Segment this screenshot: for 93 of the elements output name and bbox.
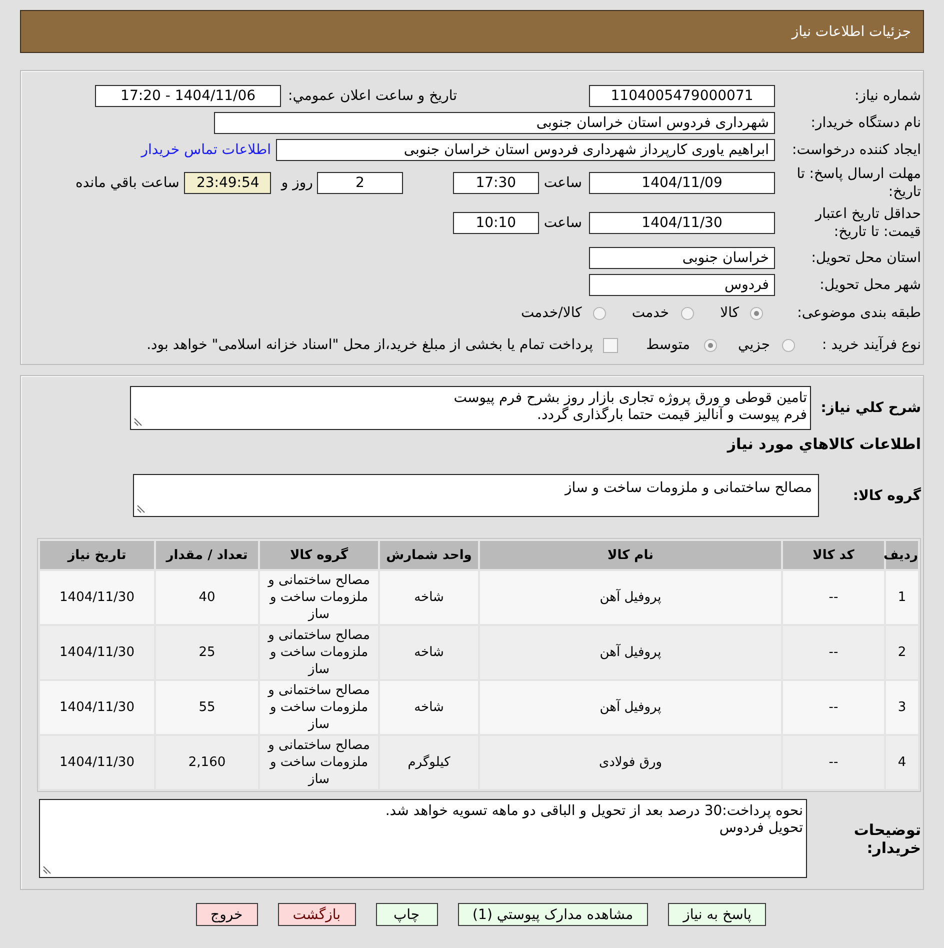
column-header: تاریخ نیاز — [40, 541, 154, 569]
column-header: واحد شمارش — [380, 541, 478, 569]
radio-button[interactable] — [782, 338, 795, 352]
radio-label: جزيي — [738, 337, 770, 353]
radio-button[interactable] — [592, 306, 606, 320]
table-cell: 2,160 — [156, 736, 258, 789]
description-text: تامین قوطی و ورق پروژه تجاری بازار روز بشرح فرم پیوست فرم پیوست و آنالیز قیمت حتما بارگذاری گردد. — [454, 390, 807, 424]
table-cell: مصالح ساختمانی و ملزومات ساخت و ساز — [260, 571, 378, 624]
table-cell: 4 — [886, 736, 918, 789]
action-button[interactable]: بازگشت — [278, 903, 356, 926]
table-cell: -- — [783, 626, 884, 679]
table-cell: -- — [783, 571, 884, 624]
table-cell: 25 — [156, 626, 258, 679]
field-label: توضیحات خریدار: — [852, 820, 921, 856]
resize-grip-icon[interactable] — [43, 866, 51, 874]
column-header: گروه کالا — [260, 541, 378, 569]
radio-label: كالا/خدمت — [520, 305, 582, 321]
province-field[interactable]: خراسان جنوبی — [589, 246, 775, 268]
field-label: شماره نیاز: — [854, 86, 921, 104]
field-label: ساعت — [544, 174, 582, 190]
deadline-time-field[interactable]: 17:30 — [452, 172, 539, 194]
checkbox-label: پرداخت تمام یا بخشی از مبلغ خرید،از محل "اسناد خزانه اسلامی" خواهد بود. — [146, 337, 594, 353]
radio-label: كالا — [720, 305, 739, 321]
announce-date-field[interactable]: 1404/11/06 - 17:20 — [95, 84, 282, 106]
goods-group-text: مصالح ساختمانی و ملزومات ساخت و ساز — [565, 480, 812, 497]
radio-label: متوسط — [646, 337, 690, 353]
radio-button[interactable] — [750, 306, 763, 320]
table-cell: -- — [783, 681, 884, 734]
table-cell: 2 — [886, 626, 918, 679]
field-label: روز و — [281, 174, 313, 190]
deadline-date-field[interactable]: 1404/11/09 — [589, 172, 775, 194]
table-cell: مصالح ساختمانی و ملزومات ساخت و ساز — [260, 626, 378, 679]
table-cell: پروفیل آهن — [480, 681, 781, 734]
days-field[interactable]: 2 — [316, 172, 403, 194]
checkbox[interactable] — [603, 338, 618, 352]
need-number-field[interactable]: 1104005479000071 — [589, 84, 775, 106]
table-cell: مصالح ساختمانی و ملزومات ساخت و ساز — [260, 736, 378, 789]
field-label: حداقل تاریخ اعتبار قیمت: تا تاریخ: — [814, 205, 921, 241]
validity-time-field[interactable]: 10:10 — [452, 212, 539, 234]
description-field[interactable]: تامین قوطی و ورق پروژه تجاری بازار روز بشرح فرم پیوست فرم پیوست و آنالیز قیمت حتما بارگذاری گردد. — [130, 386, 811, 430]
buyer-notes-field[interactable]: نحوه پرداخت:30 درصد بعد از تحویل و الباقی دو ماهه تسویه خواهد شد. تحویل فردوس — [39, 799, 807, 878]
contact-link[interactable]: اطلاعات تماس خریدار — [141, 142, 271, 158]
column-header: نام کالا — [480, 541, 781, 569]
table-cell: مصالح ساختمانی و ملزومات ساخت و ساز — [260, 681, 378, 734]
table-cell: -- — [783, 736, 884, 789]
table-cell: 40 — [156, 571, 258, 624]
table-cell: 1 — [886, 571, 918, 624]
remaining-time-field: 23:49:54 — [184, 172, 272, 194]
field-label: نوع فرآیند خرید : — [822, 336, 921, 354]
table-cell: 1404/11/30 — [40, 681, 154, 734]
action-button[interactable]: چاپ — [376, 903, 438, 926]
action-button[interactable]: خروج — [196, 903, 258, 926]
column-header: تعداد / مقدار — [156, 541, 258, 569]
goods-group-field[interactable]: مصالح ساختمانی و ملزومات ساخت و ساز — [133, 474, 819, 517]
table-cell: 55 — [156, 681, 258, 734]
field-label: شرح كلي نياز: — [820, 399, 921, 417]
buyer-org-field[interactable]: شهرداری فردوس استان خراسان جنوبی — [214, 112, 775, 134]
table-cell: 1404/11/30 — [40, 626, 154, 679]
table-cell: کیلوگرم — [380, 736, 478, 789]
table-cell: شاخه — [380, 626, 478, 679]
table-cell: پروفیل آهن — [480, 571, 781, 624]
action-button[interactable]: پاسخ به نیاز — [668, 903, 766, 926]
table-cell: شاخه — [380, 681, 478, 734]
buyer-notes-text: نحوه پرداخت:30 درصد بعد از تحویل و الباقی دو ماهه تسویه خواهد شد. تحویل فردوس — [385, 803, 803, 837]
field-label: نام دستگاه خریدار: — [810, 114, 921, 132]
table-cell: پروفیل آهن — [480, 626, 781, 679]
table-cell: شاخه — [380, 571, 478, 624]
resize-grip-icon[interactable] — [134, 418, 142, 426]
table-cell: 1404/11/30 — [40, 571, 154, 624]
field-label: شهر محل تحویل: — [820, 276, 921, 294]
section-title: اطلاعات كالاهاي مورد نياز — [727, 435, 921, 453]
field-label: ایجاد کننده درخواست: — [792, 140, 921, 158]
table-cell: 3 — [886, 681, 918, 734]
field-label: گروه كالا: — [852, 486, 921, 504]
validity-date-field[interactable]: 1404/11/30 — [589, 212, 775, 234]
column-header: ردیف — [886, 541, 918, 569]
resize-grip-icon[interactable] — [137, 505, 145, 513]
radio-button[interactable] — [704, 338, 718, 352]
city-field[interactable]: فردوس — [589, 274, 775, 296]
requester-field[interactable]: ابراهیم یاوری کارپرداز شهرداری فردوس استان خراسان جنوبی — [276, 138, 775, 160]
field-label: تاریخ و ساعت اعلان عمومي: — [288, 88, 457, 104]
field-label: طبقه بندی موضوعی: — [797, 304, 921, 322]
column-header: کد کالا — [783, 541, 884, 569]
table-cell: 1404/11/30 — [40, 736, 154, 789]
table-cell: ورق فولادی — [480, 736, 781, 789]
field-label: ساعت باقي مانده — [76, 174, 180, 190]
page-title: جزئیات اطلاعات نیاز — [792, 24, 911, 40]
field-label: ساعت — [544, 215, 582, 231]
radio-label: خدمت — [632, 305, 670, 321]
field-label: استان محل تحویل: — [811, 248, 921, 266]
action-button[interactable]: مشاهده مدارک پیوستي (1) — [458, 903, 648, 926]
radio-button[interactable] — [681, 306, 694, 320]
field-label: مهلت ارسال پاسخ: تا تاریخ: — [796, 164, 921, 200]
